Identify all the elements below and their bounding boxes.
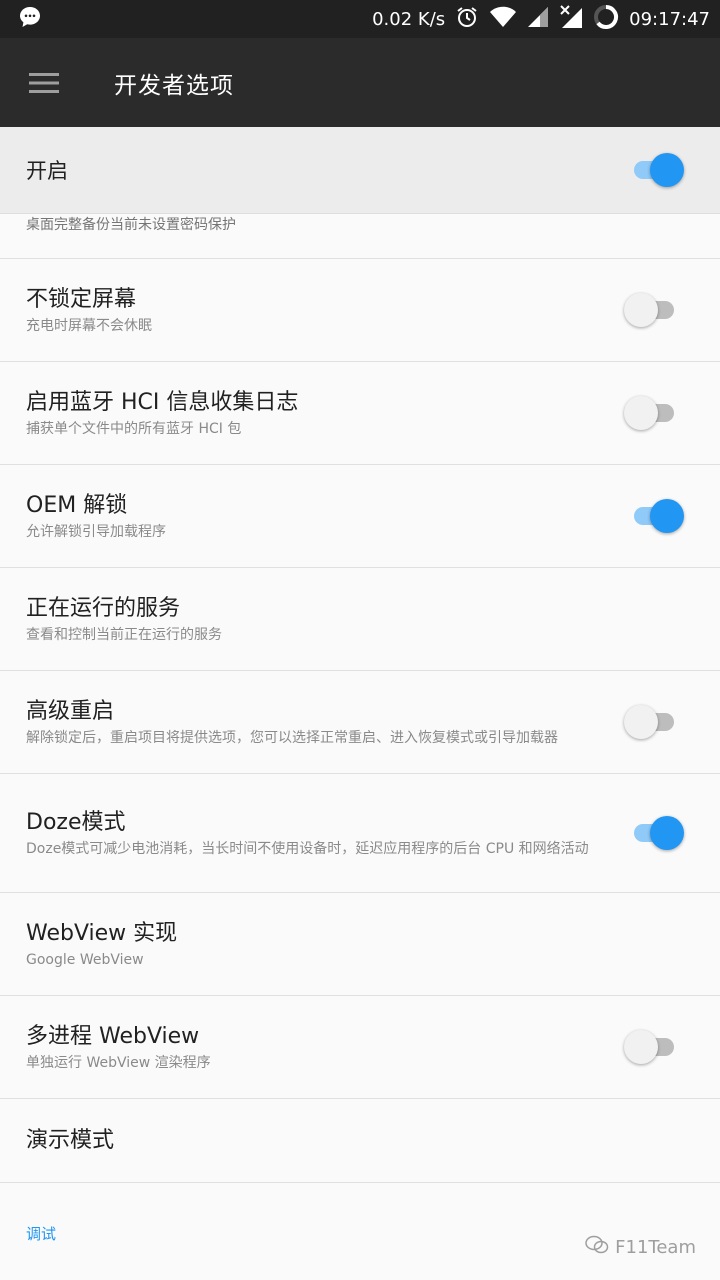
signal-icon (527, 6, 549, 33)
list-item-summary: Google WebView (26, 952, 144, 968)
bluetooth-hci-toggle[interactable] (624, 393, 684, 433)
toggle-thumb (624, 705, 658, 739)
stay-awake-toggle[interactable] (624, 290, 684, 330)
multiprocess-webview-toggle[interactable] (624, 1027, 684, 1067)
list-item-summary: 桌面完整备份当前未设置密码保护 (26, 217, 236, 233)
signal-no-data-icon (559, 4, 583, 34)
list-item-summary: 单独运行 WebView 渲染程序 (26, 1055, 211, 1071)
list-item-running-services[interactable]: 正在运行的服务 查看和控制当前正在运行的服务 (0, 568, 720, 671)
list-item-title: OEM 解锁 (26, 493, 128, 518)
list-item-summary: Doze模式可减少电池消耗，当长时间不使用设备时，延迟应用程序的后台 CPU 和… (26, 841, 589, 857)
list-item-title: 不锁定屏幕 (26, 287, 137, 312)
list-item-title: 演示模式 (26, 1127, 115, 1153)
battery-circle-icon (593, 4, 619, 35)
list-item-demo-mode[interactable]: 演示模式 (0, 1099, 720, 1183)
list-item-title: WebView 实现 (26, 921, 178, 946)
list-item-advanced-reboot[interactable]: 高级重启 解除锁定后，重启项目将提供选项，您可以选择正常重启、进入恢复模式或引导… (0, 671, 720, 774)
list-item-summary: 解除锁定后，重启项目将提供选项，您可以选择正常重启、进入恢复模式或引导加载器 (26, 730, 558, 746)
watermark-text: F11Team (615, 1237, 696, 1258)
oem-unlock-toggle[interactable] (624, 496, 684, 536)
list-item-webview-implementation[interactable]: WebView 实现 Google WebView (0, 893, 720, 996)
settings-list: 桌面完整备份当前未设置密码保护 不锁定屏幕 充电时屏幕不会休眠 启用蓝牙 HCI… (0, 214, 720, 1280)
list-item-bluetooth-hci-log[interactable]: 启用蓝牙 HCI 信息收集日志 捕获单个文件中的所有蓝牙 HCI 包 (0, 362, 720, 465)
list-item-multiprocess-webview[interactable]: 多进程 WebView 单独运行 WebView 渲染程序 (0, 996, 720, 1099)
master-switch-row[interactable]: 开启 (0, 127, 720, 214)
list-item-backup-password[interactable]: 桌面完整备份当前未设置密码保护 (0, 214, 720, 259)
advanced-reboot-toggle[interactable] (624, 702, 684, 742)
wifi-icon (489, 6, 517, 33)
toggle-thumb (624, 396, 658, 430)
list-item-doze-mode[interactable]: Doze模式 Doze模式可减少电池消耗，当长时间不使用设备时，延迟应用程序的后… (0, 774, 720, 893)
watermark: F11Team (585, 1235, 696, 1260)
list-item-summary: 捕获单个文件中的所有蓝牙 HCI 包 (26, 421, 242, 437)
master-toggle[interactable] (624, 150, 684, 190)
app-bar: 开发者选项 (0, 38, 720, 127)
list-item-title: Doze模式 (26, 810, 126, 835)
toggle-thumb (650, 153, 684, 187)
list-item-summary: 查看和控制当前正在运行的服务 (26, 627, 222, 643)
list-item-title: 正在运行的服务 (26, 596, 181, 621)
chat-bubble-icon (18, 5, 42, 33)
doze-mode-toggle[interactable] (624, 813, 684, 853)
clock: 09:17:47 (629, 8, 710, 30)
toggle-thumb (650, 499, 684, 533)
status-bar: 0.02 K/s 09:17:47 (0, 0, 720, 38)
hamburger-menu-icon[interactable] (0, 38, 88, 127)
master-switch-label: 开启 (26, 159, 68, 183)
list-item-title: 多进程 WebView (26, 1024, 200, 1049)
alarm-icon (455, 5, 479, 34)
list-item-oem-unlock[interactable]: OEM 解锁 允许解锁引导加载程序 (0, 465, 720, 568)
list-item-title: 高级重启 (26, 699, 115, 724)
list-item-summary: 允许解锁引导加载程序 (26, 524, 166, 540)
net-speed: 0.02 K/s (372, 8, 446, 30)
toggle-thumb (624, 293, 658, 327)
toggle-thumb (650, 816, 684, 850)
page-title: 开发者选项 (114, 72, 234, 99)
toggle-thumb (624, 1030, 658, 1064)
list-item-title: 启用蓝牙 HCI 信息收集日志 (26, 390, 299, 415)
wechat-logo-icon (585, 1235, 609, 1260)
section-header-debugging: 调试 (26, 1225, 57, 1243)
list-item-summary: 充电时屏幕不会休眠 (26, 318, 152, 334)
list-item-stay-awake[interactable]: 不锁定屏幕 充电时屏幕不会休眠 (0, 259, 720, 362)
